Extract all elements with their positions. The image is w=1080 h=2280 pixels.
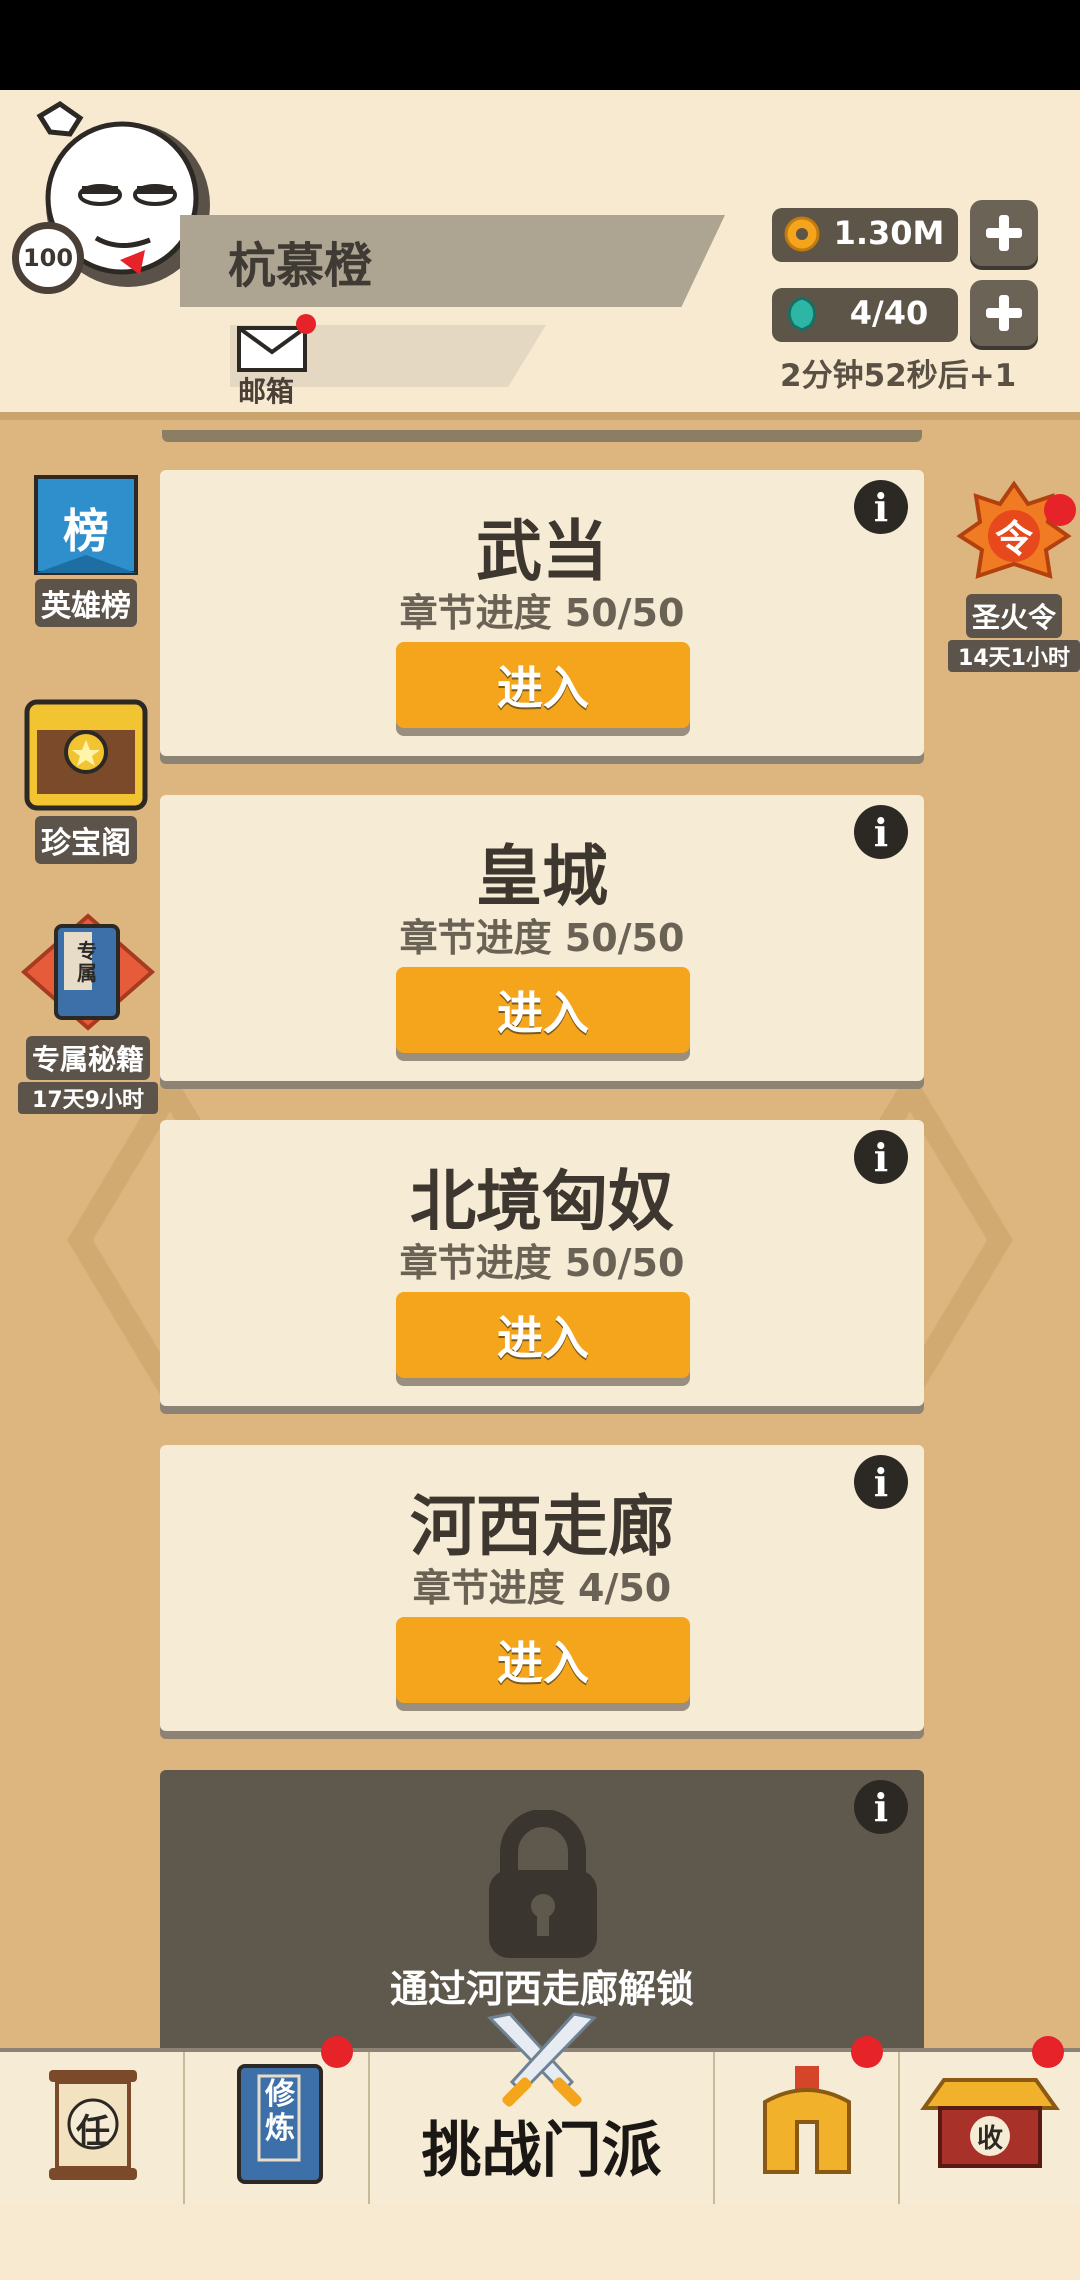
gold-counter: 1.30M (772, 208, 958, 262)
player-level-badge: 100 (12, 222, 84, 294)
chapter-progress: 章节进度 50/50 (399, 1241, 685, 1285)
mail-label[interactable]: 邮箱 (238, 370, 294, 410)
sect-title: 北境匈奴 (410, 1163, 674, 1240)
holy-fire-label: 圣火令 (965, 594, 1062, 638)
padlock-icon (489, 1810, 597, 1958)
nav-collect[interactable]: 收 (900, 2036, 1080, 2208)
stamina-value: 4/40 (849, 294, 929, 332)
player-name: 杭慕橙 (228, 238, 373, 294)
chapter-progress: 章节进度 50/50 (399, 916, 685, 960)
sect-card-northern-xiongnu: i 北境匈奴 章节进度 50/50 进入 (160, 1120, 924, 1406)
treasure-chest-icon (24, 699, 148, 811)
bottom-safe-area (0, 2204, 1080, 2280)
add-gold-button[interactable] (970, 200, 1038, 266)
nav-challenge-sect[interactable]: 挑战门派 (370, 2012, 715, 2208)
exclusive-secret-entry[interactable]: 专属 专属秘籍 17天9小时 (18, 912, 158, 1114)
heroes-ranking-entry[interactable]: 榜 英雄榜 (20, 475, 152, 627)
nav-training[interactable]: 修炼 (185, 2036, 370, 2208)
holy-fire-notification-dot (1044, 494, 1076, 526)
holy-fire-order-entry[interactable]: 令 圣火令 14天1小时 (948, 480, 1080, 672)
chapter-progress: 章节进度 50/50 (399, 591, 685, 635)
status-bar (0, 0, 1080, 90)
training-notification-dot (321, 2036, 353, 2068)
plus-icon (986, 295, 1022, 331)
secret-book-icon-text: 专属 (77, 939, 97, 985)
stamina-counter: 4/40 (772, 288, 958, 342)
task-icon-text: 任 (76, 2112, 110, 2152)
gold-coin-icon (784, 216, 820, 252)
mail-notification-dot (296, 314, 316, 334)
sect-card-hexi-corridor: i 河西走廊 章节进度 4/50 进入 (160, 1445, 924, 1731)
gold-value: 1.30M (833, 214, 945, 252)
equipment-notification-dot (851, 2036, 883, 2068)
enter-button[interactable]: 进入 (396, 1292, 690, 1378)
enter-button[interactable]: 进入 (396, 967, 690, 1053)
collect-notification-dot (1032, 2036, 1064, 2068)
mail-icon[interactable] (237, 326, 307, 372)
sect-card-imperial-city: i 皇城 章节进度 50/50 进入 (160, 795, 924, 1081)
armor-icon (763, 2066, 851, 2174)
challenge-sect-label: 挑战门派 (421, 2116, 662, 2186)
info-icon[interactable]: i (854, 1780, 908, 1834)
training-icon-text: 修炼 (265, 2077, 295, 2146)
sect-card-wudang: i 武当 章节进度 50/50 进入 (160, 470, 924, 756)
sect-title: 皇城 (476, 838, 608, 915)
collect-icon-text: 收 (976, 2124, 1003, 2154)
sect-title: 武当 (476, 513, 608, 590)
stamina-timer: 2分钟52秒后+1 (780, 358, 1017, 394)
exclusive-secret-label: 专属秘籍 (25, 1036, 150, 1080)
nav-tasks[interactable]: 任 (0, 2052, 185, 2208)
enter-button[interactable]: 进入 (396, 1617, 690, 1703)
bottom-nav: 任 修炼 挑战门派 收 (0, 2012, 1080, 2208)
unlock-requirement: 通过河西走廊解锁 (389, 1967, 694, 2011)
treasure-pavilion-entry[interactable]: 珍宝阁 (20, 692, 152, 864)
enter-button[interactable]: 进入 (396, 642, 690, 728)
treasure-pavilion-label: 珍宝阁 (35, 816, 137, 864)
ranking-icon-text: 榜 (63, 504, 109, 558)
list-top-edge (162, 430, 922, 442)
exclusive-secret-timer: 17天9小时 (18, 1082, 158, 1114)
sect-title: 河西走廊 (410, 1488, 674, 1565)
holy-fire-timer: 14天1小时 (948, 640, 1080, 672)
heroes-ranking-label: 英雄榜 (35, 579, 137, 627)
stamina-gem-icon (787, 296, 817, 332)
plus-icon (986, 215, 1022, 251)
add-stamina-button[interactable] (970, 280, 1038, 346)
chapter-progress: 章节进度 4/50 (412, 1566, 672, 1610)
nav-equipment[interactable] (715, 2036, 900, 2208)
